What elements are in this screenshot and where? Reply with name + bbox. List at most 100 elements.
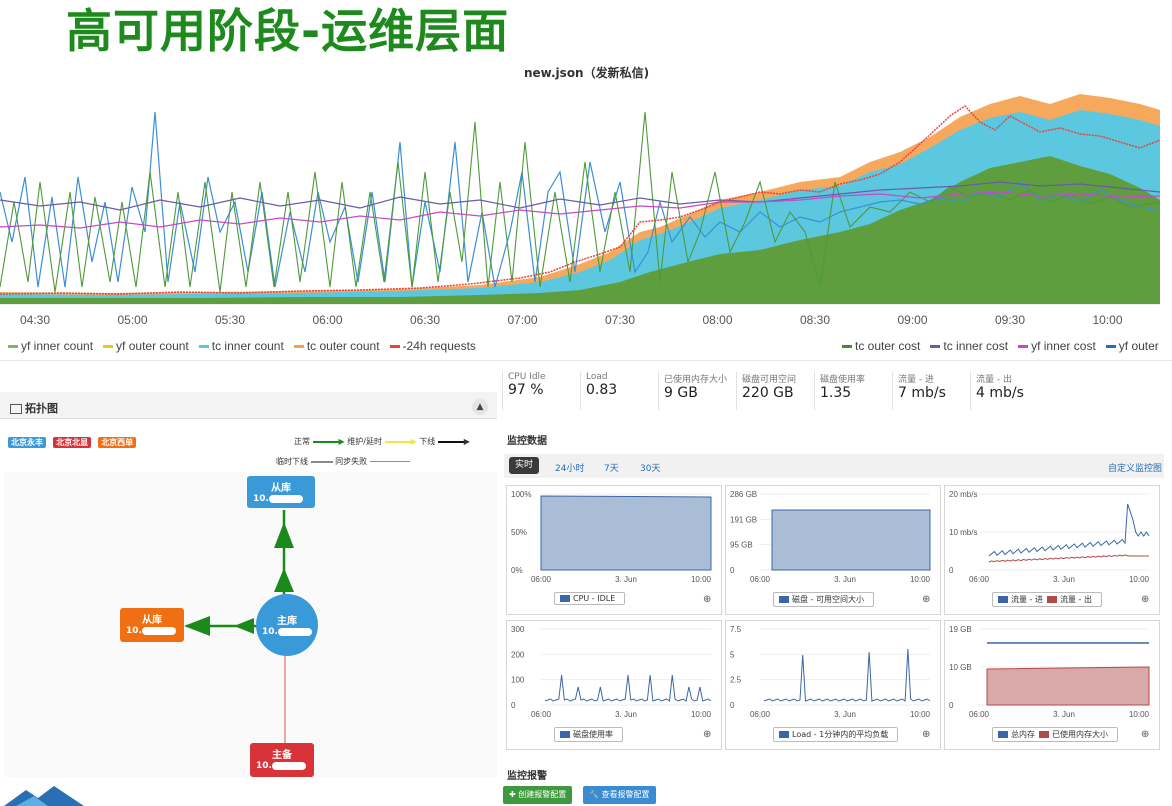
zoom-icon[interactable]: ⊕ [703,594,711,605]
legend-swatch [779,731,789,738]
node-slave-top[interactable]: 从库 10. [247,476,315,508]
legend-item[interactable]: tc inner cost [930,339,1008,353]
y-tick-label: 0 [949,701,954,710]
tab-7d[interactable]: 7天 [604,461,619,474]
create-alarm-button[interactable]: ✚ 创建报警配置 [503,786,573,804]
custom-monitor-link[interactable]: 自定义监控图 [1108,461,1162,474]
zoom-icon[interactable]: ⊕ [703,729,711,740]
y-tick-label: 100% [511,490,531,499]
legend-item[interactable]: tc inner count [198,339,284,353]
zoom-icon[interactable]: ⊕ [1141,729,1149,740]
tab-realtime[interactable]: 实时 [509,457,539,474]
x-tick-label: 3. Jun [1053,575,1075,584]
stat-label: 已使用内存大小 [664,375,728,385]
y-tick-label: 300 [511,625,525,634]
wrench-icon: 🔧 [589,790,602,799]
panel-legend[interactable]: 流量 - 进流量 - 出 [992,592,1102,607]
legend-right: tc outer cost tc inner cost yf inner cost y… [842,339,1169,353]
normal-line-arrow [312,440,339,443]
mini-chart: 19 GB 10 GB 0 06:00 3. Jun 10:00 [949,625,1150,719]
legend-item[interactable]: yf inner count [8,339,93,353]
x-tick-label: 07:30 [605,313,635,327]
x-tick-label: 07:00 [507,313,537,327]
tab-30d[interactable]: 30天 [640,461,660,474]
series-area [986,666,1150,706]
topology-map-icon [10,404,22,414]
legend-item[interactable]: tc outer count [293,339,380,353]
x-tick-label: 04:30 [20,313,50,327]
node-standby[interactable]: 主备 10. [250,743,314,777]
legend-swatch [389,345,400,349]
tag-beijing-beixian[interactable]: 北京北显 [53,437,92,448]
stat-box: 流量 - 进7 mb/s [892,372,974,410]
sync-failed-line [369,461,410,462]
y-tick-label: 0 [511,701,516,710]
node-slave-left[interactable]: 从库 10. [120,608,184,642]
legend-item[interactable]: -24h requests [389,339,476,353]
legend-swatch [998,731,1008,738]
legend-swatch [1018,345,1029,349]
x-tick-label: 10:00 [1092,313,1122,327]
y-tick-label: 10 mb/s [949,528,977,537]
legend-item[interactable]: yf outer count [103,339,189,353]
legend-swatch [103,345,114,349]
series-line [544,674,712,702]
monitor-panel: 300 200 100 0 06:00 3. Jun 10:00 磁盘使用率 ⊕ [506,620,722,750]
legend-left: yf inner count yf outer count tc inner cou… [8,339,486,353]
x-tick-label: 08:30 [800,313,830,327]
node-master[interactable]: 主库 10. [256,594,318,656]
x-tick-label: 3. Jun [615,710,637,719]
legend-swatch [560,731,570,738]
legend-swatch [1039,731,1049,738]
stat-value: 0.83 [586,382,618,398]
x-tick-label: 06:00 [969,710,990,719]
zoom-icon[interactable]: ⊕ [922,729,930,740]
legend-item[interactable]: yf inner cost [1018,339,1096,353]
x-tick-label: 3. Jun [834,575,856,584]
legend-swatch [1046,596,1057,603]
panel-legend[interactable]: Load - 1分钟内的平均负载 [773,727,899,742]
offline-line-arrow [437,440,464,443]
y-tick-label: 191 GB [730,515,757,524]
x-tick-label: 10:00 [691,575,712,584]
legend-swatch [8,345,18,349]
mini-chart: 7.5 5 2.5 0 06:00 3. Jun 10:00 [730,625,931,719]
panel-legend[interactable]: CPU - IDLE [554,592,626,605]
tag-beijing-yongfeng[interactable]: 北京永丰 [8,437,46,448]
stat-value: 97 % [508,382,544,398]
slide-title: 高可用阶段-运维层面 [66,4,510,58]
tag-beijing-xidan[interactable]: 北京西单 [98,437,137,448]
legend-item[interactable]: yf outer [1105,339,1159,353]
x-tick-label: 08:00 [702,313,732,327]
zoom-icon[interactable]: ⊕ [922,594,930,605]
monitor-panel: 286 GB 191 GB 95 GB 0 06:00 3. Jun 10:00 磁盘 - 可… [725,485,941,615]
tab-24h[interactable]: 24小时 [555,461,584,474]
chevron-up-icon[interactable]: ▲ [472,399,488,415]
stat-value: 7 mb/s [898,385,946,401]
legend-swatch [560,595,570,602]
x-tick-label: 06:00 [531,575,552,584]
panel-legend[interactable]: 总内存 已使用内存大小 [992,727,1118,742]
series-line [988,554,1149,563]
panel-legend[interactable]: 磁盘使用率 [554,727,623,742]
y-tick-label: 0 [949,566,954,575]
legend-item[interactable]: tc outer cost [842,339,920,353]
plus-icon: ✚ [509,790,519,799]
monitor-panel: 100% 50% 0% 06:00 3. Jun 10:00 CPU - IDLE ⊕ [506,485,722,615]
y-tick-label: 2.5 [730,676,742,685]
x-tick-label: 3. Jun [1053,710,1075,719]
zoom-icon[interactable]: ⊕ [1141,594,1149,605]
y-tick-label: 286 GB [730,490,757,499]
panel-legend[interactable]: 磁盘 - 可用空间大小 [773,592,874,607]
y-tick-label: 7.5 [730,625,742,634]
stat-box: 流量 - 出4 mb/s [970,372,1054,410]
legend-swatch [198,345,209,349]
topology-legend-row2: 临时下线 同步失败 [276,456,410,467]
x-tick-label: 10:00 [910,575,931,584]
view-alarm-button[interactable]: 🔧 查看报警配置 [583,786,656,804]
legend-swatch [842,345,852,349]
y-tick-label: 100 [511,676,525,685]
x-axis-ticks: 04:30 05:00 05:30 06:00 06:30 07:00 07:30 08:00… [20,313,1123,327]
y-tick-label: 0 [730,701,735,710]
x-tick-label: 06:00 [969,575,990,584]
